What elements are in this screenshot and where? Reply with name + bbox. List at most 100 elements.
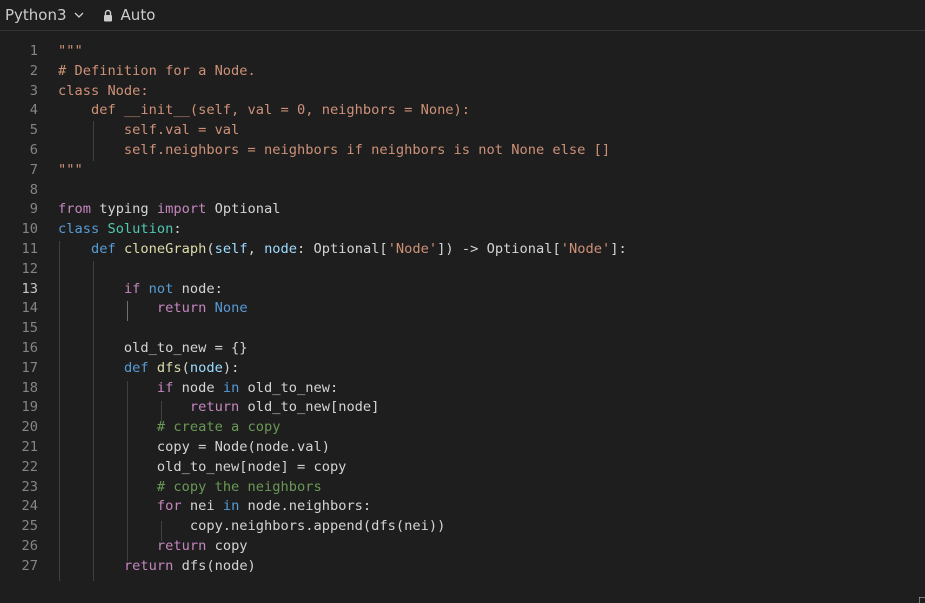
code-line[interactable]: 17 def dfs(node): bbox=[0, 358, 925, 378]
code-token: ]: bbox=[610, 241, 627, 257]
code-line[interactable]: 13 if not node: bbox=[0, 279, 925, 299]
code-line[interactable]: 25 copy.neighbors.append(dfs(nei)) bbox=[0, 516, 925, 536]
code-line[interactable]: 10 class Solution: bbox=[0, 219, 925, 239]
line-number: 20 bbox=[21, 419, 38, 436]
editor-toolbar: Python3 Auto bbox=[0, 0, 925, 31]
code-line[interactable]: 1 """ bbox=[0, 41, 925, 61]
code-token: not bbox=[148, 280, 174, 297]
code-editor[interactable]: 1 """ 2 # Definition for a Node. 3 class Node… bbox=[0, 41, 925, 603]
code-line[interactable]: 15 bbox=[0, 318, 925, 338]
code-text: """ bbox=[58, 160, 83, 180]
line-number: 26 bbox=[21, 538, 38, 554]
language-select[interactable]: Python3 bbox=[5, 3, 85, 27]
code-line[interactable]: 18 if node in old_to_new: bbox=[0, 378, 925, 398]
code-line[interactable]: 2 # Definition for a Node. bbox=[0, 61, 925, 81]
code-token: ( bbox=[206, 241, 215, 257]
code-line[interactable]: 22 old_to_new[node] = copy bbox=[0, 457, 925, 477]
code-line[interactable]: 21 copy = Node(node.val) bbox=[0, 437, 925, 457]
code-text: def dfs(node): bbox=[58, 358, 239, 378]
code-line[interactable]: 20 # create a copy bbox=[0, 417, 925, 437]
code-token: dfs bbox=[156, 359, 182, 376]
code-line[interactable]: 5 self.val = val bbox=[0, 120, 925, 140]
code-token: node.neighbors: bbox=[239, 498, 372, 515]
code-text: def cloneGraph(self, node: Optional['Nod… bbox=[58, 239, 627, 259]
code-token: 'Node' bbox=[387, 241, 438, 257]
code-token: old_to_new[node] = copy bbox=[58, 458, 347, 475]
line-number: 16 bbox=[21, 340, 38, 356]
mode-select[interactable]: Auto bbox=[102, 3, 155, 27]
code-line[interactable]: 6 self.neighbors = neighbors if neighbor… bbox=[0, 140, 925, 160]
line-number: 25 bbox=[21, 518, 38, 535]
code-token: for bbox=[156, 498, 182, 515]
code-line[interactable]: 26 return copy bbox=[0, 536, 925, 556]
code-token: node bbox=[189, 359, 223, 376]
code-token: self.val = val bbox=[58, 122, 240, 139]
code-line[interactable]: 8 bbox=[0, 180, 925, 200]
line-number: 19 bbox=[21, 399, 38, 416]
code-text: old_to_new = {} bbox=[58, 338, 248, 358]
code-token: copy = Node(node.val) bbox=[58, 439, 330, 455]
code-token: node bbox=[264, 241, 298, 257]
line-number: 17 bbox=[21, 359, 38, 376]
code-line[interactable]: 14 return None bbox=[0, 298, 925, 318]
code-token: if bbox=[156, 379, 174, 396]
code-token: in bbox=[222, 379, 240, 396]
code-token: # Definition for a Node. bbox=[58, 62, 256, 79]
resize-handle-icon[interactable] bbox=[919, 597, 925, 603]
code-token: node bbox=[173, 379, 223, 396]
code-line[interactable]: 4 def __init__(self, val = 0, neighbors … bbox=[0, 100, 925, 120]
line-number: 5 bbox=[29, 122, 38, 139]
line-number: 23 bbox=[21, 478, 38, 495]
code-text: return None bbox=[58, 298, 248, 318]
code-token: old_to_new = {} bbox=[58, 340, 248, 356]
code-token: : bbox=[173, 221, 182, 238]
code-token: Solution bbox=[107, 221, 174, 238]
code-token: if bbox=[123, 280, 141, 297]
code-line[interactable]: 16 old_to_new = {} bbox=[0, 338, 925, 358]
chevron-down-icon bbox=[74, 12, 84, 18]
code-line[interactable]: 11 def cloneGraph(self, node: Optional['… bbox=[0, 239, 925, 259]
code-line[interactable]: 9 from typing import Optional bbox=[0, 199, 925, 219]
code-text: return copy bbox=[58, 536, 248, 556]
code-text: class Node: bbox=[58, 81, 149, 101]
code-token: from bbox=[58, 201, 91, 218]
code-token: def bbox=[123, 359, 149, 376]
code-line[interactable]: 19 return old_to_new[node] bbox=[0, 397, 925, 417]
code-text: class Solution: bbox=[58, 219, 182, 239]
code-token: copy bbox=[206, 538, 248, 554]
code-line[interactable]: 27 return dfs(node) bbox=[0, 556, 925, 576]
code-token: dfs(node) bbox=[173, 557, 256, 574]
code-text: self.val = val bbox=[58, 120, 239, 140]
code-token: return bbox=[123, 557, 174, 574]
code-token: import bbox=[156, 201, 207, 218]
code-token: ( bbox=[181, 359, 190, 376]
line-number: 15 bbox=[21, 320, 38, 337]
code-text: def __init__(self, val = 0, neighbors = … bbox=[58, 100, 470, 120]
code-line[interactable]: 12 bbox=[0, 259, 925, 279]
code-line[interactable]: 24 for nei in node.neighbors: bbox=[0, 496, 925, 516]
code-token: : Optional[ bbox=[297, 241, 388, 257]
code-text: copy = Node(node.val) bbox=[58, 437, 330, 457]
code-token: def __init__(self, val = 0, neighbors = … bbox=[58, 102, 471, 119]
line-number: 9 bbox=[29, 201, 38, 218]
line-number: 12 bbox=[21, 260, 38, 277]
line-number: 21 bbox=[21, 439, 38, 455]
code-token: typing bbox=[90, 201, 157, 218]
code-line[interactable]: 23 # copy the neighbors bbox=[0, 477, 925, 497]
code-token: return bbox=[156, 300, 207, 317]
line-number: 27 bbox=[21, 557, 38, 574]
code-token: node: bbox=[173, 280, 223, 297]
code-line[interactable]: 7 """ bbox=[0, 160, 925, 180]
code-token: nei bbox=[181, 498, 223, 515]
code-token: """ bbox=[58, 161, 83, 178]
code-token: return bbox=[156, 538, 207, 554]
code-token: self.neighbors = neighbors if neighbors … bbox=[58, 142, 611, 158]
code-line[interactable]: 3 class Node: bbox=[0, 81, 925, 101]
